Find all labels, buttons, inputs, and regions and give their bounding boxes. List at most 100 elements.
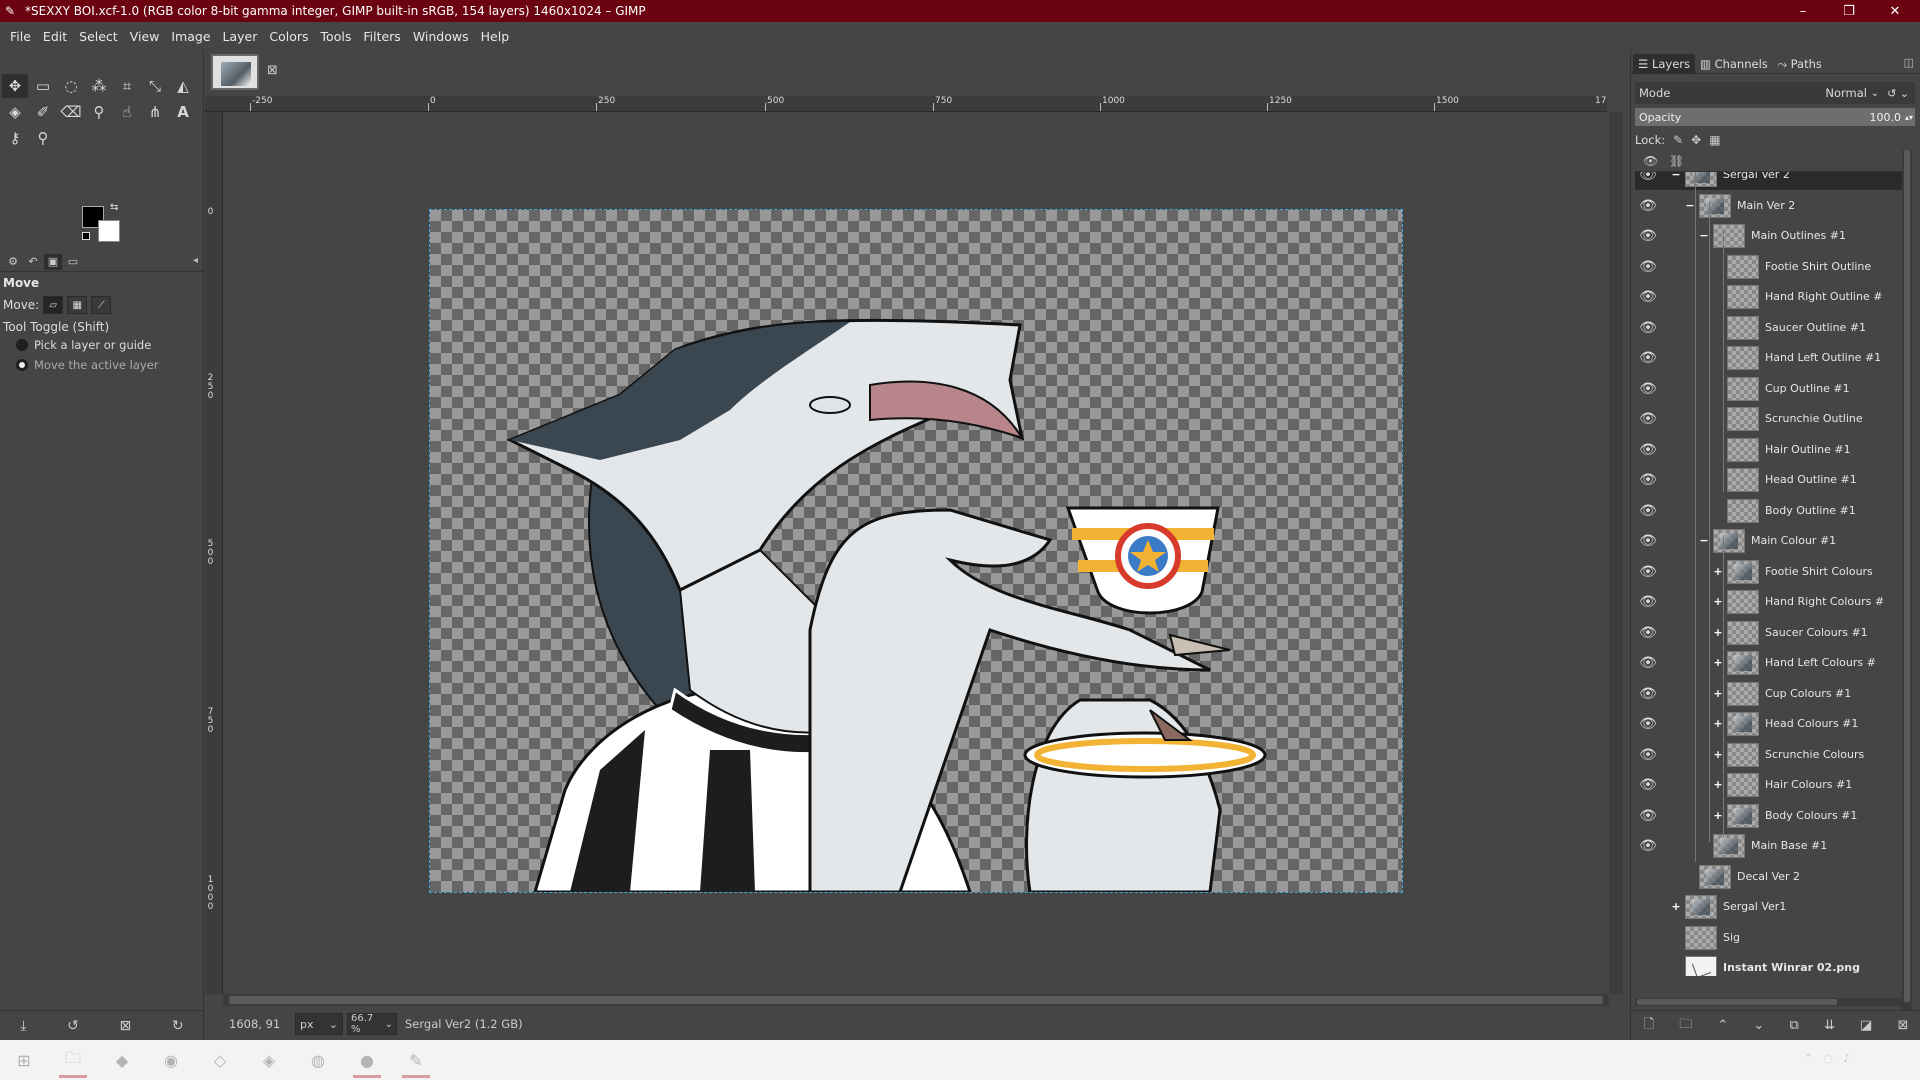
menu-select[interactable]: Select (73, 29, 124, 44)
raise-layer-icon[interactable]: ⌃ (1717, 1018, 1728, 1033)
tool-options-tab-icon[interactable]: ⚙ (4, 254, 22, 270)
expand-icon[interactable]: + (1713, 749, 1723, 760)
layers-vscroll-thumb[interactable] (1904, 150, 1910, 1002)
menu-image[interactable]: Image (165, 29, 216, 44)
app-icon[interactable]: ● (347, 1042, 387, 1078)
layer-row[interactable]: 👁 Hair Outline #1 (1635, 435, 1909, 465)
layer-row[interactable]: Sig (1635, 923, 1909, 953)
layer-name[interactable]: Sergal Ver 2 (1723, 172, 1790, 181)
default-colors-icon[interactable] (82, 232, 90, 240)
tab-layers[interactable]: ☰ Layers (1633, 53, 1696, 74)
visibility-eye-icon[interactable]: 👁 (1637, 260, 1659, 274)
layer-thumbnail[interactable] (1727, 590, 1759, 614)
layer-row[interactable]: 👁 − Main Ver 2 (1635, 191, 1909, 221)
background-color-swatch[interactable] (98, 220, 120, 242)
visibility-header-icon[interactable]: 👁 (1643, 154, 1658, 168)
layer-name[interactable]: Instant Winrar 02.png (1723, 961, 1860, 974)
menu-tools[interactable]: Tools (315, 29, 358, 44)
layer-thumbnail[interactable] (1727, 620, 1759, 645)
layer-thumbnail[interactable] (1685, 172, 1717, 187)
visibility-eye-icon[interactable]: 👁 (1637, 229, 1659, 243)
tray-icon[interactable]: ⌃ (1804, 1052, 1813, 1065)
delete-tool-preset-icon[interactable]: ⊠ (120, 1018, 132, 1034)
visibility-eye-icon[interactable]: 👁 (1637, 778, 1659, 792)
eraser-tool-icon[interactable]: ⌫ (58, 100, 84, 124)
expand-icon[interactable]: + (1713, 688, 1723, 699)
layer-row[interactable]: 👁 Body Outline #1 (1635, 496, 1909, 526)
menu-windows[interactable]: Windows (407, 29, 475, 44)
chain-header-icon[interactable]: ⛓ (1669, 154, 1684, 168)
layer-row[interactable]: 👁 Saucer Outline #1 (1635, 313, 1909, 343)
layer-thumbnail[interactable] (1727, 712, 1759, 736)
layer-name[interactable]: Footie Shirt Outline (1765, 260, 1871, 273)
images-tab-icon[interactable]: ▣ (44, 253, 62, 270)
layer-thumbnail[interactable] (1727, 346, 1759, 370)
canvas-vertical-scrollbar[interactable] (1609, 112, 1623, 994)
visibility-eye-icon[interactable]: 👁 (1637, 534, 1659, 548)
collapse-icon[interactable]: − (1699, 230, 1709, 241)
layer-name[interactable]: Body Colours #1 (1765, 809, 1857, 822)
collapse-icon[interactable]: − (1671, 172, 1681, 180)
image-tab-thumbnail[interactable] (211, 54, 259, 90)
new-layer-group-icon[interactable]: 🗀 (1679, 1015, 1692, 1037)
visibility-eye-icon[interactable]: 👁 (1637, 839, 1659, 853)
layer-row[interactable]: Instant Winrar 02.png (1635, 953, 1909, 976)
minimize-button[interactable]: – (1780, 0, 1826, 22)
transform-tool-icon[interactable]: ⤡ (142, 74, 168, 98)
collapse-icon[interactable]: − (1685, 200, 1695, 211)
layer-row[interactable]: 👁 − Main Colour #1 (1635, 526, 1909, 556)
bucket-fill-tool-icon[interactable]: ◈ (2, 100, 28, 124)
layer-name[interactable]: Scrunchie Outline (1765, 412, 1863, 425)
layer-name[interactable]: Head Colours #1 (1765, 717, 1858, 730)
layer-thumbnail[interactable] (1713, 224, 1745, 248)
layer-row[interactable]: Decal Ver 2 (1635, 862, 1909, 892)
layer-row[interactable]: 👁 − Sergal Ver 2 (1635, 172, 1909, 190)
layer-row[interactable]: 👁 + Body Colours #1 (1635, 801, 1909, 831)
menu-colors[interactable]: Colors (263, 29, 314, 44)
merge-down-icon[interactable]: ⇊ (1824, 1018, 1835, 1033)
lock-position-icon[interactable]: ✥ (1691, 133, 1701, 147)
layer-row[interactable]: 👁 Footie Shirt Outline (1635, 252, 1909, 282)
layer-thumbnail[interactable] (1699, 193, 1731, 218)
image-canvas[interactable] (429, 209, 1403, 893)
layer-name[interactable]: Decal Ver 2 (1737, 870, 1800, 883)
layer-row[interactable]: 👁 + Saucer Colours #1 (1635, 618, 1909, 648)
maximize-button[interactable]: ❐ (1826, 0, 1872, 22)
collapse-icon[interactable]: − (1699, 535, 1709, 546)
layer-thumbnail[interactable] (1727, 803, 1759, 828)
layer-name[interactable]: Sergal Ver1 (1723, 900, 1786, 913)
layer-name[interactable]: Main Colour #1 (1751, 534, 1836, 547)
paths-tool-icon[interactable]: ⋔ (142, 100, 168, 124)
visibility-eye-icon[interactable]: 👁 (1637, 748, 1659, 762)
layers-horizontal-scrollbar[interactable] (1635, 998, 1909, 1006)
layer-thumbnail[interactable] (1699, 864, 1731, 889)
move-active-radio[interactable] (16, 359, 28, 371)
layer-name[interactable]: Hair Outline #1 (1765, 443, 1851, 456)
close-button[interactable]: ✕ (1872, 0, 1918, 22)
menu-layer[interactable]: Layer (217, 29, 264, 44)
browser-icon[interactable]: ◉ (151, 1042, 191, 1078)
layer-thumbnail[interactable] (1685, 956, 1717, 976)
spin-arrows-icon[interactable]: ▴▾ (1905, 113, 1913, 122)
layer-mode-selector[interactable]: Mode Normal ⌄ ↺ ⌄ (1635, 82, 1915, 104)
layer-thumbnail[interactable] (1727, 559, 1759, 584)
menu-file[interactable]: File (4, 29, 37, 44)
layer-thumbnail[interactable] (1727, 773, 1759, 797)
layer-row[interactable]: 👁 Hand Right Outline # (1635, 282, 1909, 312)
unit-selector[interactable]: px ⌄ (295, 1013, 343, 1035)
volume-icon[interactable]: ♪ (1843, 1052, 1850, 1065)
visibility-eye-icon[interactable]: 👁 (1637, 687, 1659, 701)
save-tool-preset-icon[interactable]: ⤓ (20, 1018, 26, 1034)
expand-icon[interactable]: + (1713, 779, 1723, 790)
expand-icon[interactable]: + (1713, 566, 1723, 577)
expand-icon[interactable]: + (1713, 718, 1723, 729)
lock-alpha-icon[interactable]: ▦ (1709, 133, 1720, 147)
file-explorer-icon[interactable]: 🗀 (53, 1042, 93, 1078)
visibility-eye-icon[interactable]: 👁 (1637, 504, 1659, 518)
layer-name[interactable]: Head Outline #1 (1765, 473, 1857, 486)
duplicate-layer-icon[interactable]: ⧉ (1789, 1018, 1798, 1033)
delete-layer-icon[interactable]: ⊠ (1897, 1018, 1908, 1033)
layer-thumbnail[interactable] (1727, 681, 1759, 706)
layer-thumbnail[interactable] (1727, 498, 1759, 523)
smudge-tool-icon[interactable]: ☝ (114, 100, 140, 124)
